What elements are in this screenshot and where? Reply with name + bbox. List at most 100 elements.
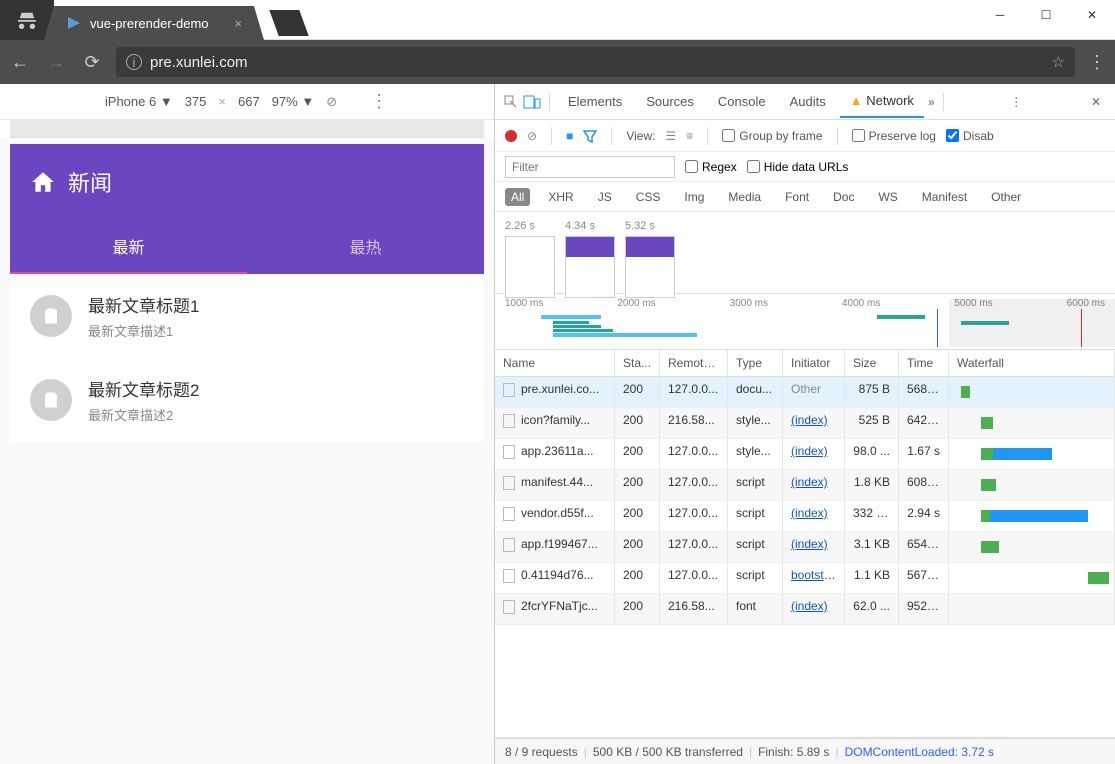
col-size[interactable]: Size: [845, 350, 899, 376]
new-tab-button[interactable]: [269, 10, 308, 36]
tab-audits[interactable]: Audits: [780, 94, 836, 109]
cell-remote: 127.0.0...: [660, 501, 728, 531]
hide-urls-checkbox[interactable]: Hide data URLs: [747, 160, 849, 174]
device-selector[interactable]: iPhone 6 ▼: [105, 94, 173, 109]
type-filter-css[interactable]: CSS: [630, 188, 667, 206]
type-filter-manifest[interactable]: Manifest: [916, 188, 973, 206]
article-item[interactable]: 最新文章标题1 最新文章描述1: [10, 274, 484, 358]
cell-size: 1.1 KB: [845, 563, 899, 593]
table-row[interactable]: pre.xunlei.co...200127.0.0...docu...Othe…: [495, 377, 1115, 408]
table-row[interactable]: 0.41194d76...200127.0.0...scriptbootstr.…: [495, 563, 1115, 594]
url-input[interactable]: i pre.xunlei.com ☆: [116, 47, 1075, 77]
minimize-button[interactable]: ─: [977, 0, 1023, 30]
tab-console[interactable]: Console: [708, 94, 776, 109]
filter-input[interactable]: [505, 156, 675, 178]
camera-icon[interactable]: ■: [566, 129, 573, 143]
col-waterfall[interactable]: Waterfall: [949, 350, 1115, 376]
table-row[interactable]: manifest.44...200127.0.0...script(index)…: [495, 470, 1115, 501]
large-rows-icon[interactable]: ☰: [665, 129, 676, 143]
close-button[interactable]: ✕: [1069, 0, 1115, 30]
filmstrip-frame[interactable]: 2.26 s: [505, 220, 555, 285]
home-icon: [30, 169, 56, 195]
type-filter-doc[interactable]: Doc: [827, 188, 860, 206]
cell-status: 200: [615, 439, 660, 469]
cell-type: style...: [728, 439, 783, 469]
rotate-icon[interactable]: ⊘: [326, 94, 337, 110]
bookmark-icon[interactable]: ☆: [1052, 53, 1065, 71]
type-filter-other[interactable]: Other: [985, 188, 1027, 206]
col-initiator[interactable]: Initiator: [783, 350, 845, 376]
article-desc: 最新文章描述1: [88, 321, 199, 340]
file-icon: [503, 445, 515, 459]
table-row[interactable]: vendor.d55f...200127.0.0...script(index)…: [495, 501, 1115, 532]
tab-latest[interactable]: 最新: [10, 220, 247, 274]
table-row[interactable]: app.23611a...200127.0.0...style...(index…: [495, 439, 1115, 470]
cell-status: 200: [615, 563, 660, 593]
record-button[interactable]: [505, 130, 517, 142]
browser-menu-button[interactable]: ⋮: [1087, 52, 1107, 73]
back-button[interactable]: ←: [8, 52, 32, 73]
cell-type: script: [728, 470, 783, 500]
url-text: pre.xunlei.com: [150, 54, 248, 71]
device-toggle-icon[interactable]: [523, 95, 541, 109]
cell-size: 98.0 ...: [845, 439, 899, 469]
tab-hottest[interactable]: 最热: [247, 220, 484, 274]
type-filter-js[interactable]: JS: [592, 188, 618, 206]
zoom-selector[interactable]: 97% ▼: [272, 94, 315, 109]
tab-sources[interactable]: Sources: [636, 94, 704, 109]
device-menu-button[interactable]: ⋮: [369, 91, 389, 112]
type-filter-media[interactable]: Media: [722, 188, 767, 206]
article-item[interactable]: 最新文章标题2 最新文章描述2: [10, 358, 484, 442]
filmstrip-frame[interactable]: 5.32 s: [625, 220, 675, 285]
browser-tab[interactable]: vue-prerender-demo ×: [54, 6, 254, 40]
cell-name: vendor.d55f...: [495, 501, 615, 531]
type-filter-ws[interactable]: WS: [872, 188, 903, 206]
file-icon: [503, 569, 515, 583]
col-status[interactable]: Sta...: [615, 350, 660, 376]
col-remote[interactable]: Remote...: [660, 350, 728, 376]
status-finish: Finish: 5.89 s: [758, 745, 829, 759]
devtools-menu-button[interactable]: ⋮: [1004, 95, 1028, 109]
type-filter-font[interactable]: Font: [779, 188, 815, 206]
tab-elements[interactable]: Elements: [558, 94, 632, 109]
type-filter-img[interactable]: Img: [678, 188, 710, 206]
clear-icon[interactable]: ⊘: [527, 129, 537, 143]
regex-checkbox[interactable]: Regex: [685, 160, 737, 174]
col-name[interactable]: Name: [495, 350, 615, 376]
tab-network[interactable]: ▲ Network: [840, 85, 924, 118]
info-icon[interactable]: i: [126, 54, 142, 70]
clipboard-icon: [30, 379, 72, 421]
disable-cache-checkbox[interactable]: Disab: [946, 129, 994, 143]
frame-time: 5.32 s: [625, 220, 675, 232]
timeline-overview[interactable]: 1000 ms2000 ms3000 ms4000 ms5000 ms6000 …: [495, 294, 1115, 350]
table-header: Name Sta... Remote... Type Initiator Siz…: [495, 350, 1115, 377]
type-filter-xhr[interactable]: XHR: [542, 188, 579, 206]
forward-button[interactable]: →: [44, 52, 68, 73]
overview-icon[interactable]: ≡: [686, 129, 693, 143]
cell-waterfall: [949, 563, 1115, 593]
cell-initiator: (index): [783, 408, 845, 438]
maximize-button[interactable]: ☐: [1023, 0, 1069, 30]
preserve-log-checkbox[interactable]: Preserve log: [852, 129, 936, 143]
file-icon: [503, 538, 515, 552]
cell-name: manifest.44...: [495, 470, 615, 500]
device-width[interactable]: 375: [185, 94, 207, 109]
reload-button[interactable]: ⟳: [80, 52, 104, 73]
inspect-icon[interactable]: [503, 94, 519, 110]
close-icon[interactable]: ×: [224, 16, 242, 31]
devtools-close-button[interactable]: ✕: [1085, 95, 1107, 109]
group-by-frame-checkbox[interactable]: Group by frame: [722, 129, 822, 143]
device-height[interactable]: 667: [238, 94, 260, 109]
table-row[interactable]: icon?family...200216.58...style...(index…: [495, 408, 1115, 439]
cell-initiator: bootstr...: [783, 563, 845, 593]
type-filter-all[interactable]: All: [505, 188, 530, 206]
more-tabs-icon[interactable]: »: [928, 95, 935, 109]
filter-icon[interactable]: [583, 129, 597, 143]
filmstrip-frame[interactable]: 4.34 s: [565, 220, 615, 285]
devtools-tabs: Elements Sources Console Audits ▲ Networ…: [495, 84, 1115, 120]
col-type[interactable]: Type: [728, 350, 783, 376]
table-row[interactable]: app.f199467...200127.0.0...script(index)…: [495, 532, 1115, 563]
table-row[interactable]: 2fcrYFNaTjc...200216.58...font(index)62.…: [495, 594, 1115, 625]
col-time[interactable]: Time: [899, 350, 949, 376]
cell-size: 1.8 KB: [845, 470, 899, 500]
